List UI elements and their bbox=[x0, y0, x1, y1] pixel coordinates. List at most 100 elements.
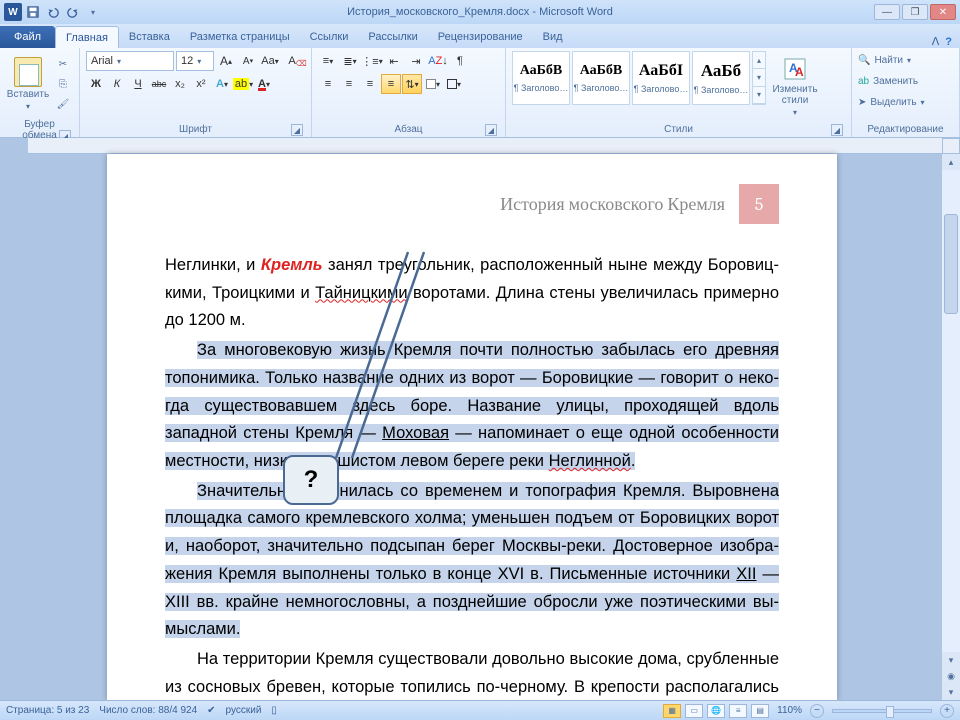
align-left-button[interactable]: ≡ bbox=[318, 74, 338, 94]
styles-launcher[interactable]: ◢ bbox=[831, 124, 843, 136]
tab-review[interactable]: Рецензирование bbox=[428, 26, 533, 48]
view-fullscreen[interactable]: ▭ bbox=[685, 704, 703, 718]
qat-customize[interactable]: ▾ bbox=[84, 3, 102, 21]
save-button[interactable] bbox=[24, 3, 42, 21]
scroll-up-button[interactable]: ▴ bbox=[942, 154, 960, 170]
font-size-combo[interactable]: 12▾ bbox=[176, 51, 214, 71]
zoom-out-button[interactable]: − bbox=[810, 704, 824, 718]
style-gallery[interactable]: АаБбВ¶ Заголово… АаБбВ¶ Заголово… АаБбІ¶… bbox=[512, 51, 766, 122]
change-case-button[interactable]: Aa▾ bbox=[260, 51, 280, 71]
prev-page-button[interactable]: ◉ bbox=[942, 668, 960, 684]
help-button[interactable]: ? bbox=[945, 36, 952, 48]
find-button[interactable]: 🔍Найти▾ bbox=[858, 51, 925, 69]
minimize-ribbon-button[interactable]: ᐱ bbox=[932, 35, 940, 48]
format-painter-button[interactable]: 🖌 bbox=[54, 95, 72, 113]
tab-home[interactable]: Главная bbox=[55, 26, 119, 48]
shading-button[interactable]: ▾ bbox=[423, 74, 443, 94]
replace-button[interactable]: abЗаменить bbox=[858, 72, 925, 90]
cut-button[interactable]: ✂ bbox=[54, 55, 72, 73]
select-button[interactable]: ➤Выделить▾ bbox=[858, 93, 925, 111]
macro-icon[interactable]: ▯ bbox=[271, 705, 277, 716]
minimize-button[interactable]: — bbox=[874, 4, 900, 20]
scroll-thumb[interactable] bbox=[944, 214, 958, 314]
vertical-scrollbar[interactable]: ▴ ▾ ◉ ▾ bbox=[942, 154, 960, 700]
change-styles-button[interactable]: AA Изменить стили ▾ bbox=[770, 51, 820, 122]
grow-font-button[interactable]: A▴ bbox=[216, 51, 236, 71]
view-web[interactable]: 🌐 bbox=[707, 704, 725, 718]
restore-button[interactable]: ❐ bbox=[902, 4, 928, 20]
style-item-1[interactable]: АаБбВ¶ Заголово… bbox=[572, 51, 630, 105]
close-button[interactable]: ✕ bbox=[930, 4, 956, 20]
underline-button[interactable]: Ч bbox=[128, 74, 148, 94]
next-page-button[interactable]: ▾ bbox=[942, 684, 960, 700]
align-right-button[interactable]: ≡ bbox=[360, 74, 380, 94]
page-number-box: 5 bbox=[739, 184, 779, 224]
page[interactable]: История московского Кремля 5 Неглинки, и… bbox=[107, 154, 837, 700]
zoom-slider[interactable] bbox=[832, 709, 932, 713]
proofing-icon[interactable]: ✔ bbox=[207, 705, 215, 716]
view-print-layout[interactable]: ▦ bbox=[663, 704, 681, 718]
binoculars-icon: 🔍 bbox=[858, 55, 870, 66]
redo-button[interactable] bbox=[64, 3, 82, 21]
tab-page-layout[interactable]: Разметка страницы bbox=[180, 26, 300, 48]
sort-button[interactable]: AZ↓ bbox=[428, 51, 448, 71]
status-word-count[interactable]: Число слов: 88/4 924 bbox=[99, 705, 197, 716]
group-styles: АаБбВ¶ Заголово… АаБбВ¶ Заголово… АаБбІ¶… bbox=[506, 48, 852, 137]
increase-indent-button[interactable]: ⇥ bbox=[406, 51, 426, 71]
view-draft[interactable]: ▤ bbox=[751, 704, 769, 718]
tab-insert[interactable]: Вставка bbox=[119, 26, 180, 48]
group-font-label: Шрифт bbox=[179, 124, 212, 135]
borders-button[interactable]: ▾ bbox=[444, 74, 464, 94]
font-name-combo[interactable]: Arial▾ bbox=[86, 51, 174, 71]
line-spacing-button[interactable]: ⇅▾ bbox=[402, 74, 422, 94]
font-color-button[interactable]: A▾ bbox=[254, 74, 274, 94]
change-styles-label: Изменить стили bbox=[770, 84, 820, 106]
tab-mailings[interactable]: Рассылки bbox=[358, 26, 427, 48]
decrease-indent-button[interactable]: ⇤ bbox=[384, 51, 404, 71]
copy-button[interactable]: ⎘ bbox=[54, 75, 72, 93]
scroll-down-button[interactable]: ▾ bbox=[942, 652, 960, 668]
zoom-in-button[interactable]: + bbox=[940, 704, 954, 718]
status-bar: Страница: 5 из 23 Число слов: 88/4 924 ✔… bbox=[0, 700, 960, 720]
style-item-2[interactable]: АаБбІ¶ Заголово… bbox=[632, 51, 690, 105]
document-body[interactable]: Неглинки, и Кремль занял треугольник, ра… bbox=[165, 252, 779, 700]
ruler-toggle-button[interactable] bbox=[942, 138, 960, 154]
justify-button[interactable]: ≡ bbox=[381, 74, 401, 94]
highlight-button[interactable]: ab▾ bbox=[233, 74, 253, 94]
superscript-button[interactable]: x² bbox=[191, 74, 211, 94]
bullets-button[interactable]: ≡▾ bbox=[318, 51, 338, 71]
text-effects-button[interactable]: A▾ bbox=[212, 74, 232, 94]
group-clipboard: Вставить ▾ ✂ ⎘ 🖌 Буфер обмена◢ bbox=[0, 48, 80, 137]
undo-button[interactable] bbox=[44, 3, 62, 21]
bold-button[interactable]: Ж bbox=[86, 74, 106, 94]
title-bar: W ▾ История_московского_Кремля.docx - Mi… bbox=[0, 0, 960, 24]
italic-button[interactable]: К bbox=[107, 74, 127, 94]
tab-view[interactable]: Вид bbox=[533, 26, 573, 48]
group-paragraph: ≡▾ ≣▾ ⋮≡▾ ⇤ ⇥ AZ↓ ¶ ≡ ≡ ≡ ≡ ⇅▾ ▾ ▾ Абзац… bbox=[312, 48, 506, 137]
tab-references[interactable]: Ссылки bbox=[300, 26, 359, 48]
style-gallery-scroll[interactable]: ▴▾▾ bbox=[752, 51, 766, 105]
clear-formatting-button[interactable]: A⌫ bbox=[282, 51, 302, 71]
document-title: История_московского_Кремля.docx - Micros… bbox=[347, 6, 613, 18]
strikethrough-button[interactable]: abc bbox=[149, 74, 169, 94]
status-language[interactable]: русский bbox=[226, 705, 262, 716]
group-font: Arial▾ 12▾ A▴ A▾ Aa▾ A⌫ Ж К Ч abc x₂ x² … bbox=[80, 48, 312, 137]
font-launcher[interactable]: ◢ bbox=[291, 124, 303, 136]
multilevel-list-button[interactable]: ⋮≡▾ bbox=[362, 51, 382, 71]
style-item-3[interactable]: АаБб¶ Заголово… bbox=[692, 51, 750, 105]
tab-file[interactable]: Файл bbox=[0, 26, 55, 48]
show-marks-button[interactable]: ¶ bbox=[450, 51, 470, 71]
paste-button[interactable]: Вставить ▾ bbox=[6, 51, 50, 117]
paragraph-launcher[interactable]: ◢ bbox=[485, 124, 497, 136]
shrink-font-button[interactable]: A▾ bbox=[238, 51, 258, 71]
view-outline[interactable]: ≡ bbox=[729, 704, 747, 718]
style-item-0[interactable]: АаБбВ¶ Заголово… bbox=[512, 51, 570, 105]
font-size-value: 12 bbox=[181, 55, 193, 67]
zoom-level[interactable]: 110% bbox=[777, 705, 802, 716]
align-center-button[interactable]: ≡ bbox=[339, 74, 359, 94]
subscript-button[interactable]: x₂ bbox=[170, 74, 190, 94]
status-page[interactable]: Страница: 5 из 23 bbox=[6, 705, 89, 716]
zoom-slider-thumb[interactable] bbox=[886, 706, 894, 718]
horizontal-ruler[interactable] bbox=[28, 138, 942, 154]
numbering-button[interactable]: ≣▾ bbox=[340, 51, 360, 71]
